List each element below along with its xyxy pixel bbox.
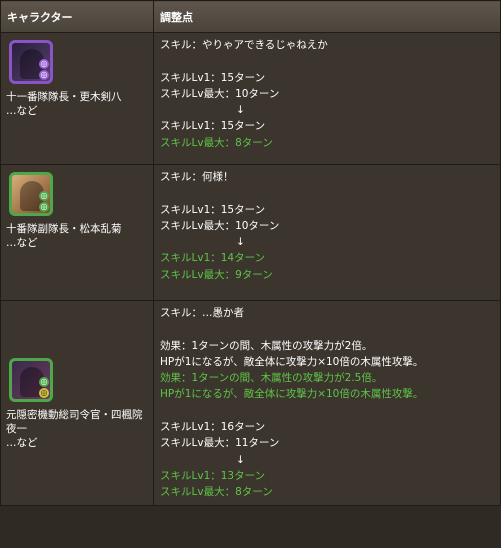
adjustment-cell: スキル：やりゃアできるじゃねえか スキルLv1：15ターン スキルLv最大：10… [153,32,501,165]
character-name: 元隠密機動総司令官・四楓院夜一 [6,409,143,436]
sub-attribute-orb-icon: ◎ [39,202,49,212]
skill-lvmax-before: スキルLv最大：10ターン [160,87,280,100]
sub-attribute-orb-icon: ◎ [39,70,49,80]
header-adjustment: 調整点 [153,0,501,33]
character-portrait-icon[interactable]: ◎ ◎ [9,172,53,216]
attribute-orb-icon: ◎ [39,377,49,388]
down-arrow-icon: ↓ [236,453,245,466]
skill-lvmax-after: スキルLv最大：8ターン [160,136,273,149]
character-name: 十一番隊隊長・更木剣八 [6,91,122,103]
skill-lvmax-before: スキルLv最大：11ターン [160,437,280,450]
effect-after-line2: HPが1になるが、敵全体に攻撃力×10倍の木属性攻撃。 [160,388,424,401]
character-cell: ◎ ◎ 元隠密機動総司令官・四楓院夜一 …など [0,300,154,506]
character-portrait-icon[interactable]: ◎ ◎ [9,358,53,403]
skill-lvmax-after: スキルLv最大：8ターン [160,486,273,499]
table-header-row: キャラクター 調整点 [0,0,501,33]
character-suffix: …など [6,437,38,450]
sub-attribute-orb-icon: ◎ [39,388,49,399]
attribute-orb-icon: ◎ [39,191,49,201]
adjustment-cell: スキル：何様！ スキルLv1：15ターン スキルLv最大：10ターン ↓ スキル… [153,164,501,301]
skill-name: スキル：…愚か者 [160,307,244,319]
skill-lv1-before: スキルLv1：15ターン [160,203,266,216]
character-suffix: …など [6,237,38,249]
attribute-orb-icon: ◎ [39,59,49,69]
skill-name: スキル：やりゃアできるじゃねえか [160,39,328,51]
down-arrow-icon: ↓ [236,104,245,117]
character-name: 十番隊副隊長・松本乱菊 [6,223,122,235]
skill-lv1-after: スキルLv1：15ターン [160,120,266,133]
skill-lv1-before: スキルLv1：15ターン [160,71,266,84]
table-row: ◎ ◎ 元隠密機動総司令官・四楓院夜一 …など スキル：…愚か者 効果：1ターン… [0,300,501,506]
effect-before-line2: HPが1になるが、敵全体に攻撃力×10倍の木属性攻撃。 [160,355,424,368]
effect-before-line1: 効果：1ターンの間、木属性の攻撃力が2倍。 [160,339,373,352]
header-character: キャラクター [0,0,154,33]
table-row: ◎ ◎ 十番隊副隊長・松本乱菊 …など スキル：何様！ スキルLv1：15ターン… [0,164,501,301]
skill-lv1-before: スキルLv1：16ターン [160,421,266,434]
adjustment-table: キャラクター 調整点 ◎ ◎ 十一番隊隊長・更木剣八 …など スキル：やりゃアで… [0,0,501,506]
table-row: ◎ ◎ 十一番隊隊長・更木剣八 …など スキル：やりゃアできるじゃねえか スキル… [0,32,501,165]
skill-lvmax-before: スキルLv最大：10ターン [160,219,280,232]
skill-lv1-after: スキルLv1：14ターン [160,252,266,265]
character-cell: ◎ ◎ 十番隊副隊長・松本乱菊 …など [0,164,154,301]
effect-after-line1: 効果：1ターンの間、木属性の攻撃力が2.5倍。 [160,372,383,385]
character-suffix: …など [6,105,38,117]
skill-lv1-after: スキルLv1：13ターン [160,469,266,482]
adjustment-cell: スキル：…愚か者 効果：1ターンの間、木属性の攻撃力が2倍。 HPが1になるが、… [153,300,501,506]
skill-lvmax-after: スキルLv最大：9ターン [160,268,273,281]
character-portrait-icon[interactable]: ◎ ◎ [9,40,53,84]
down-arrow-icon: ↓ [236,236,245,249]
skill-name: スキル：何様！ [160,171,234,183]
character-cell: ◎ ◎ 十一番隊隊長・更木剣八 …など [0,32,154,165]
